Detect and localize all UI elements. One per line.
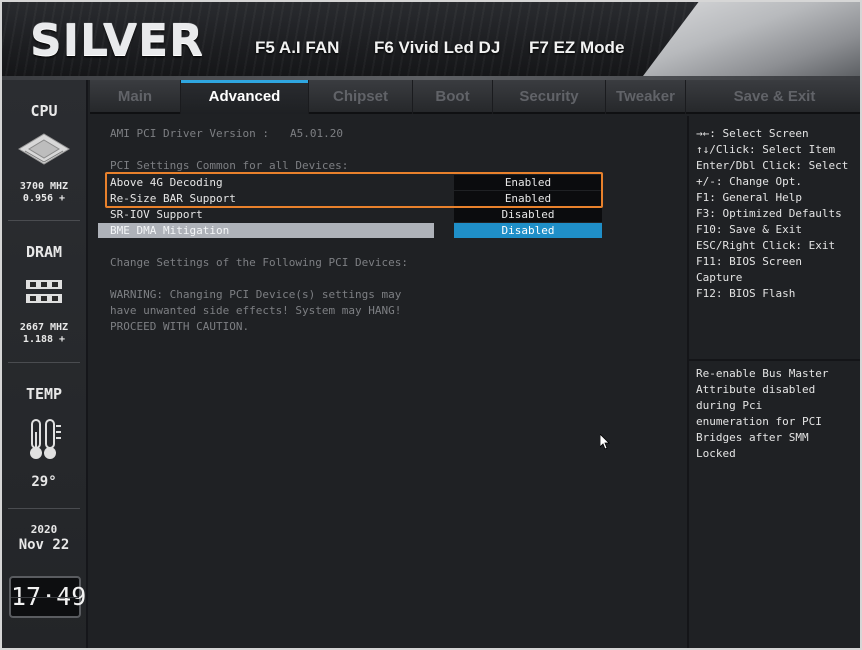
silver-logo: SILVER [30,15,205,66]
help-key-line: Capture [696,271,743,284]
bios-screen: SILVER F5 A.I FAN F6 Vivid Led DJ F7 EZ … [0,0,862,650]
help-key-line: +/-: Change Opt. [696,175,802,188]
menu-tab-bar: Main Advanced Chipset Boot Security Twea… [90,80,862,114]
fan-hotkey-button[interactable]: F5 A.I FAN [255,38,339,58]
tab-tweaker[interactable]: Tweaker [606,80,686,114]
help-key-line: →←: Select Screen [696,127,809,140]
help-panel: →←: Select Screen ↑↓/Click: Select Item … [687,116,862,650]
help-key-line: F10: Save & Exit [696,223,802,236]
temp-value: 29° [31,474,57,490]
thermometer-icon [30,419,61,459]
system-info-sidebar: CPU 3700 MHZ 0.956 + DRAM 2667 MHZ 1.188… [0,80,88,650]
led-dj-hotkey-button[interactable]: F6 Vivid Led DJ [374,38,500,58]
help-key-line: F12: BIOS Flash [696,287,796,300]
driver-version-label: AMI PCI Driver Version : [110,127,269,140]
sidebar-divider [8,508,80,509]
help-description-line: Re-enable Bus Master [696,367,829,380]
sidebar-divider [8,220,80,221]
tab-main[interactable]: Main [90,80,181,114]
help-key-line: ESC/Right Click: Exit [696,239,836,252]
cpu-frequency: 3700 MHZ [19,181,69,192]
help-description-line: Bridges after SMM [696,431,809,444]
temp-label: TEMP [25,385,63,403]
sidebar-divider [8,362,80,363]
help-key-line: F3: Optimized Defaults [696,207,842,220]
option-bme-dma-mitigation[interactable]: BME DMA Mitigation Disabled [98,223,603,238]
help-key-line: Enter/Dbl Click: Select [696,159,849,172]
help-description-line: enumeration for PCI [696,415,822,428]
date-day: Nov 22 [18,537,70,553]
option-value-dropdown[interactable]: Disabled [454,223,602,238]
cpu-voltage: 0.956 + [22,193,66,204]
help-key-line: ↑↓/Click: Select Item [696,143,836,156]
help-divider [689,359,862,361]
driver-version-value: A5.01.20 [290,127,343,140]
option-value-dropdown[interactable]: Disabled [454,207,602,222]
help-description-line: Locked [696,447,736,460]
help-description-line: Attribute disabled [696,383,816,396]
warning-line: PROCEED WITH CAUTION. [110,320,250,333]
clock-flip-line [11,597,79,598]
annotation-highlight-box [105,172,603,208]
warning-line: have unwanted side effects! System may H… [110,304,402,317]
dram-voltage: 1.188 + [22,334,66,345]
option-label: SR-IOV Support [110,208,203,221]
dram-label: DRAM [25,243,63,261]
tab-advanced[interactable]: Advanced [181,80,309,114]
cpu-label: CPU [30,102,58,120]
help-description-line: during Pci [696,399,763,412]
date-year: 2020 [30,523,58,536]
help-key-line: F1: General Help [696,191,802,204]
header-bar: SILVER F5 A.I FAN F6 Vivid Led DJ F7 EZ … [0,0,862,80]
clock-display: 17·49 [9,576,86,618]
tab-security[interactable]: Security [493,80,606,114]
dram-module-icon [26,280,62,303]
change-settings-text: Change Settings of the Following PCI Dev… [110,256,409,269]
help-key-line: F11: BIOS Screen [696,255,802,268]
tab-save-exit[interactable]: Save & Exit [687,80,862,114]
tab-chipset[interactable]: Chipset [309,80,413,114]
warning-line: WARNING: Changing PCI Device(s) settings… [110,288,402,301]
mouse-cursor-icon [600,434,610,450]
dram-frequency: 2667 MHZ [19,322,69,333]
tab-boot[interactable]: Boot [413,80,493,114]
ez-mode-hotkey-button[interactable]: F7 EZ Mode [529,38,624,58]
cpu-chip-icon [18,133,70,165]
option-sr-iov-support[interactable]: SR-IOV Support Disabled [98,207,603,222]
option-label: BME DMA Mitigation [110,224,230,237]
